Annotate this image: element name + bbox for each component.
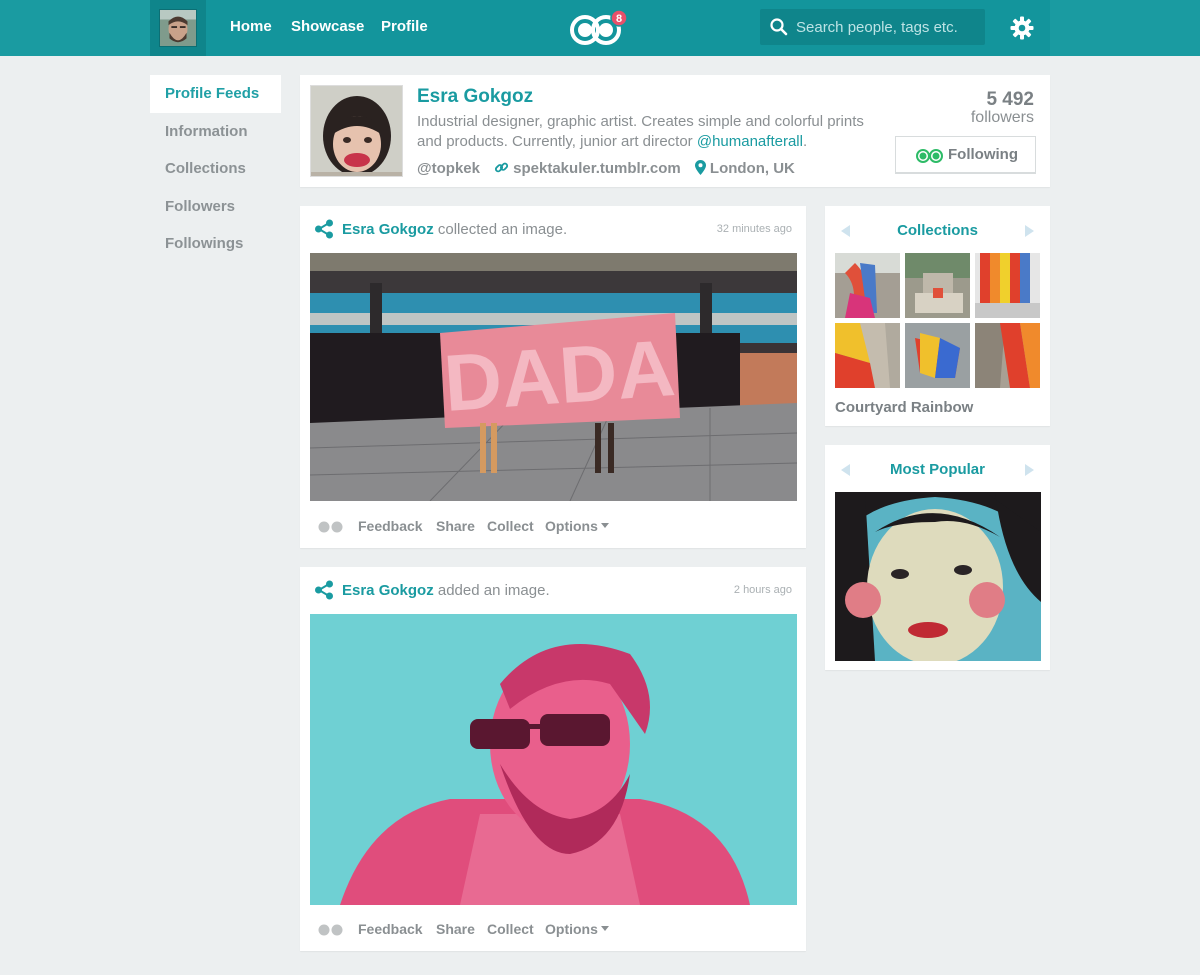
logo-icon: 8 bbox=[570, 9, 628, 45]
options-label: Options bbox=[545, 921, 598, 937]
feed-item: Esra Gokgoz added an image. 2 hours ago … bbox=[300, 567, 806, 951]
link-icon bbox=[495, 162, 509, 173]
options-label: Options bbox=[545, 518, 598, 534]
feed-action: added an image. bbox=[433, 582, 550, 599]
feedback-button[interactable]: Feedback bbox=[358, 518, 423, 534]
notification-count: 8 bbox=[616, 13, 622, 25]
options-dropdown[interactable]: Options bbox=[545, 518, 609, 534]
caret-down-icon bbox=[600, 926, 609, 931]
profile-nav: Profile Feeds Information Collections Fo… bbox=[150, 75, 281, 263]
image-dada-text: DADA bbox=[441, 323, 678, 428]
feedback-button[interactable]: Feedback bbox=[358, 921, 423, 937]
profile-meta: @topkek spektakuler.tumblr.com London, U… bbox=[417, 160, 805, 177]
profile-card: Esra Gokgoz Industrial designer, graphic… bbox=[300, 75, 1050, 187]
collection-thumbnail[interactable] bbox=[905, 253, 970, 318]
website-text: spektakuler.tumblr.com bbox=[513, 160, 681, 177]
share-button[interactable]: Share bbox=[436, 518, 475, 534]
caret-down-icon bbox=[600, 523, 609, 528]
follow-dots-icon[interactable] bbox=[318, 924, 344, 936]
feed-action: collected an image. bbox=[433, 221, 568, 238]
feed-image[interactable]: DADA bbox=[310, 253, 797, 501]
share-icon bbox=[315, 219, 333, 239]
collection-thumbnail[interactable] bbox=[975, 253, 1040, 318]
collection-thumbnail[interactable] bbox=[835, 253, 900, 318]
followers-label: followers bbox=[970, 109, 1034, 126]
feed-user-link[interactable]: Esra Gokgoz bbox=[342, 582, 434, 599]
share-button[interactable]: Share bbox=[436, 921, 475, 937]
most-popular-widget: Most Popular bbox=[825, 445, 1050, 670]
avatar bbox=[159, 9, 197, 47]
feed-timestamp: 2 hours ago bbox=[733, 584, 792, 596]
feed-timestamp: 32 minutes ago bbox=[716, 223, 792, 235]
nav-profile[interactable]: Profile bbox=[381, 18, 428, 35]
collection-thumbnail[interactable] bbox=[975, 323, 1040, 388]
collection-name[interactable]: Courtyard Rainbow bbox=[835, 399, 973, 416]
profile-location: London, UK bbox=[694, 160, 795, 177]
app-logo[interactable]: 8 bbox=[570, 9, 634, 46]
nav-information[interactable]: Information bbox=[150, 113, 281, 151]
profile-website[interactable]: spektakuler.tumblr.com bbox=[494, 160, 681, 177]
collection-thumbnail[interactable] bbox=[905, 323, 970, 388]
nav-home[interactable]: Home bbox=[230, 18, 272, 35]
profile-bio: Industrial designer, graphic artist. Cre… bbox=[417, 112, 887, 152]
profile-name[interactable]: Esra Gokgoz bbox=[417, 86, 533, 108]
gear-icon bbox=[1010, 16, 1034, 40]
collect-button[interactable]: Collect bbox=[487, 518, 534, 534]
collect-button[interactable]: Collect bbox=[487, 921, 534, 937]
settings-button[interactable] bbox=[994, 0, 1050, 56]
nav-showcase[interactable]: Showcase bbox=[291, 18, 364, 35]
bio-end: . bbox=[802, 133, 808, 150]
collection-thumbnail[interactable] bbox=[835, 323, 900, 388]
nav-collections[interactable]: Collections bbox=[150, 150, 281, 188]
next-arrow-icon[interactable] bbox=[1025, 225, 1034, 237]
following-label: Following bbox=[948, 146, 1018, 163]
search-box[interactable] bbox=[760, 9, 985, 45]
nav-followers[interactable]: Followers bbox=[150, 188, 281, 226]
top-bar-inner: Home Showcase Profile 8 bbox=[150, 0, 1050, 56]
location-text: London, UK bbox=[709, 160, 795, 177]
most-popular-title[interactable]: Most Popular bbox=[825, 461, 1050, 478]
collections-title[interactable]: Collections bbox=[825, 222, 1050, 239]
search-input[interactable] bbox=[796, 9, 981, 45]
profile-handle: @topkek bbox=[417, 160, 480, 177]
nav-profile-feeds[interactable]: Profile Feeds bbox=[150, 75, 281, 113]
next-arrow-icon[interactable] bbox=[1025, 464, 1034, 476]
profile-photo bbox=[310, 85, 403, 177]
location-pin-icon bbox=[694, 160, 706, 175]
nav-followings[interactable]: Followings bbox=[150, 225, 281, 263]
collections-widget: Collections Courtyard Rainbow bbox=[825, 206, 1050, 426]
followers-count: 5 492 bbox=[986, 89, 1034, 110]
follow-dots-icon bbox=[916, 149, 943, 163]
feed-image[interactable] bbox=[310, 614, 797, 905]
follow-dots-icon[interactable] bbox=[318, 521, 344, 533]
options-dropdown[interactable]: Options bbox=[545, 921, 609, 937]
feed-item: Esra Gokgoz collected an image. 32 minut… bbox=[300, 206, 806, 548]
bio-mention-link[interactable]: @humanafterall bbox=[697, 133, 803, 150]
search-icon bbox=[770, 18, 788, 36]
share-icon bbox=[315, 580, 333, 600]
feed-user-link[interactable]: Esra Gokgoz bbox=[342, 221, 434, 238]
following-button[interactable]: Following bbox=[895, 136, 1036, 173]
top-bar: Home Showcase Profile 8 bbox=[0, 0, 1200, 56]
user-avatar-button[interactable] bbox=[150, 0, 206, 56]
popular-image[interactable] bbox=[835, 492, 1041, 661]
